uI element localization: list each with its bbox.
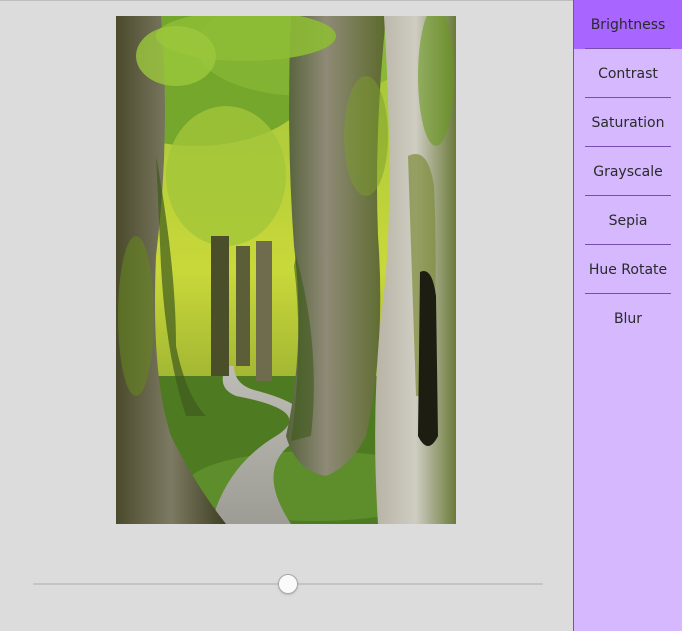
filter-item-hue-rotate[interactable]: Hue Rotate — [574, 245, 682, 294]
filter-item-saturation[interactable]: Saturation — [574, 98, 682, 147]
editor-canvas-area — [0, 0, 573, 631]
filter-item-label: Hue Rotate — [588, 261, 668, 278]
filter-item-contrast[interactable]: Contrast — [574, 49, 682, 98]
slider-thumb[interactable] — [278, 574, 298, 594]
filter-item-label: Contrast — [598, 65, 658, 82]
filter-item-sepia[interactable]: Sepia — [574, 196, 682, 245]
filter-sidebar: Brightness Contrast Saturation Grayscale… — [573, 0, 682, 631]
filter-item-brightness[interactable]: Brightness — [574, 0, 682, 49]
filter-item-label: Sepia — [608, 212, 648, 229]
filter-item-label: Grayscale — [593, 163, 663, 180]
photo-editor-app: Brightness Contrast Saturation Grayscale… — [0, 0, 682, 631]
filter-item-label: Blur — [613, 310, 643, 327]
filter-slider[interactable] — [33, 573, 543, 595]
filter-item-label: Saturation — [591, 114, 665, 131]
preview-image — [116, 16, 456, 524]
filter-item-label: Brightness — [590, 16, 666, 33]
filter-item-blur[interactable]: Blur — [574, 294, 682, 343]
filter-item-grayscale[interactable]: Grayscale — [574, 147, 682, 196]
